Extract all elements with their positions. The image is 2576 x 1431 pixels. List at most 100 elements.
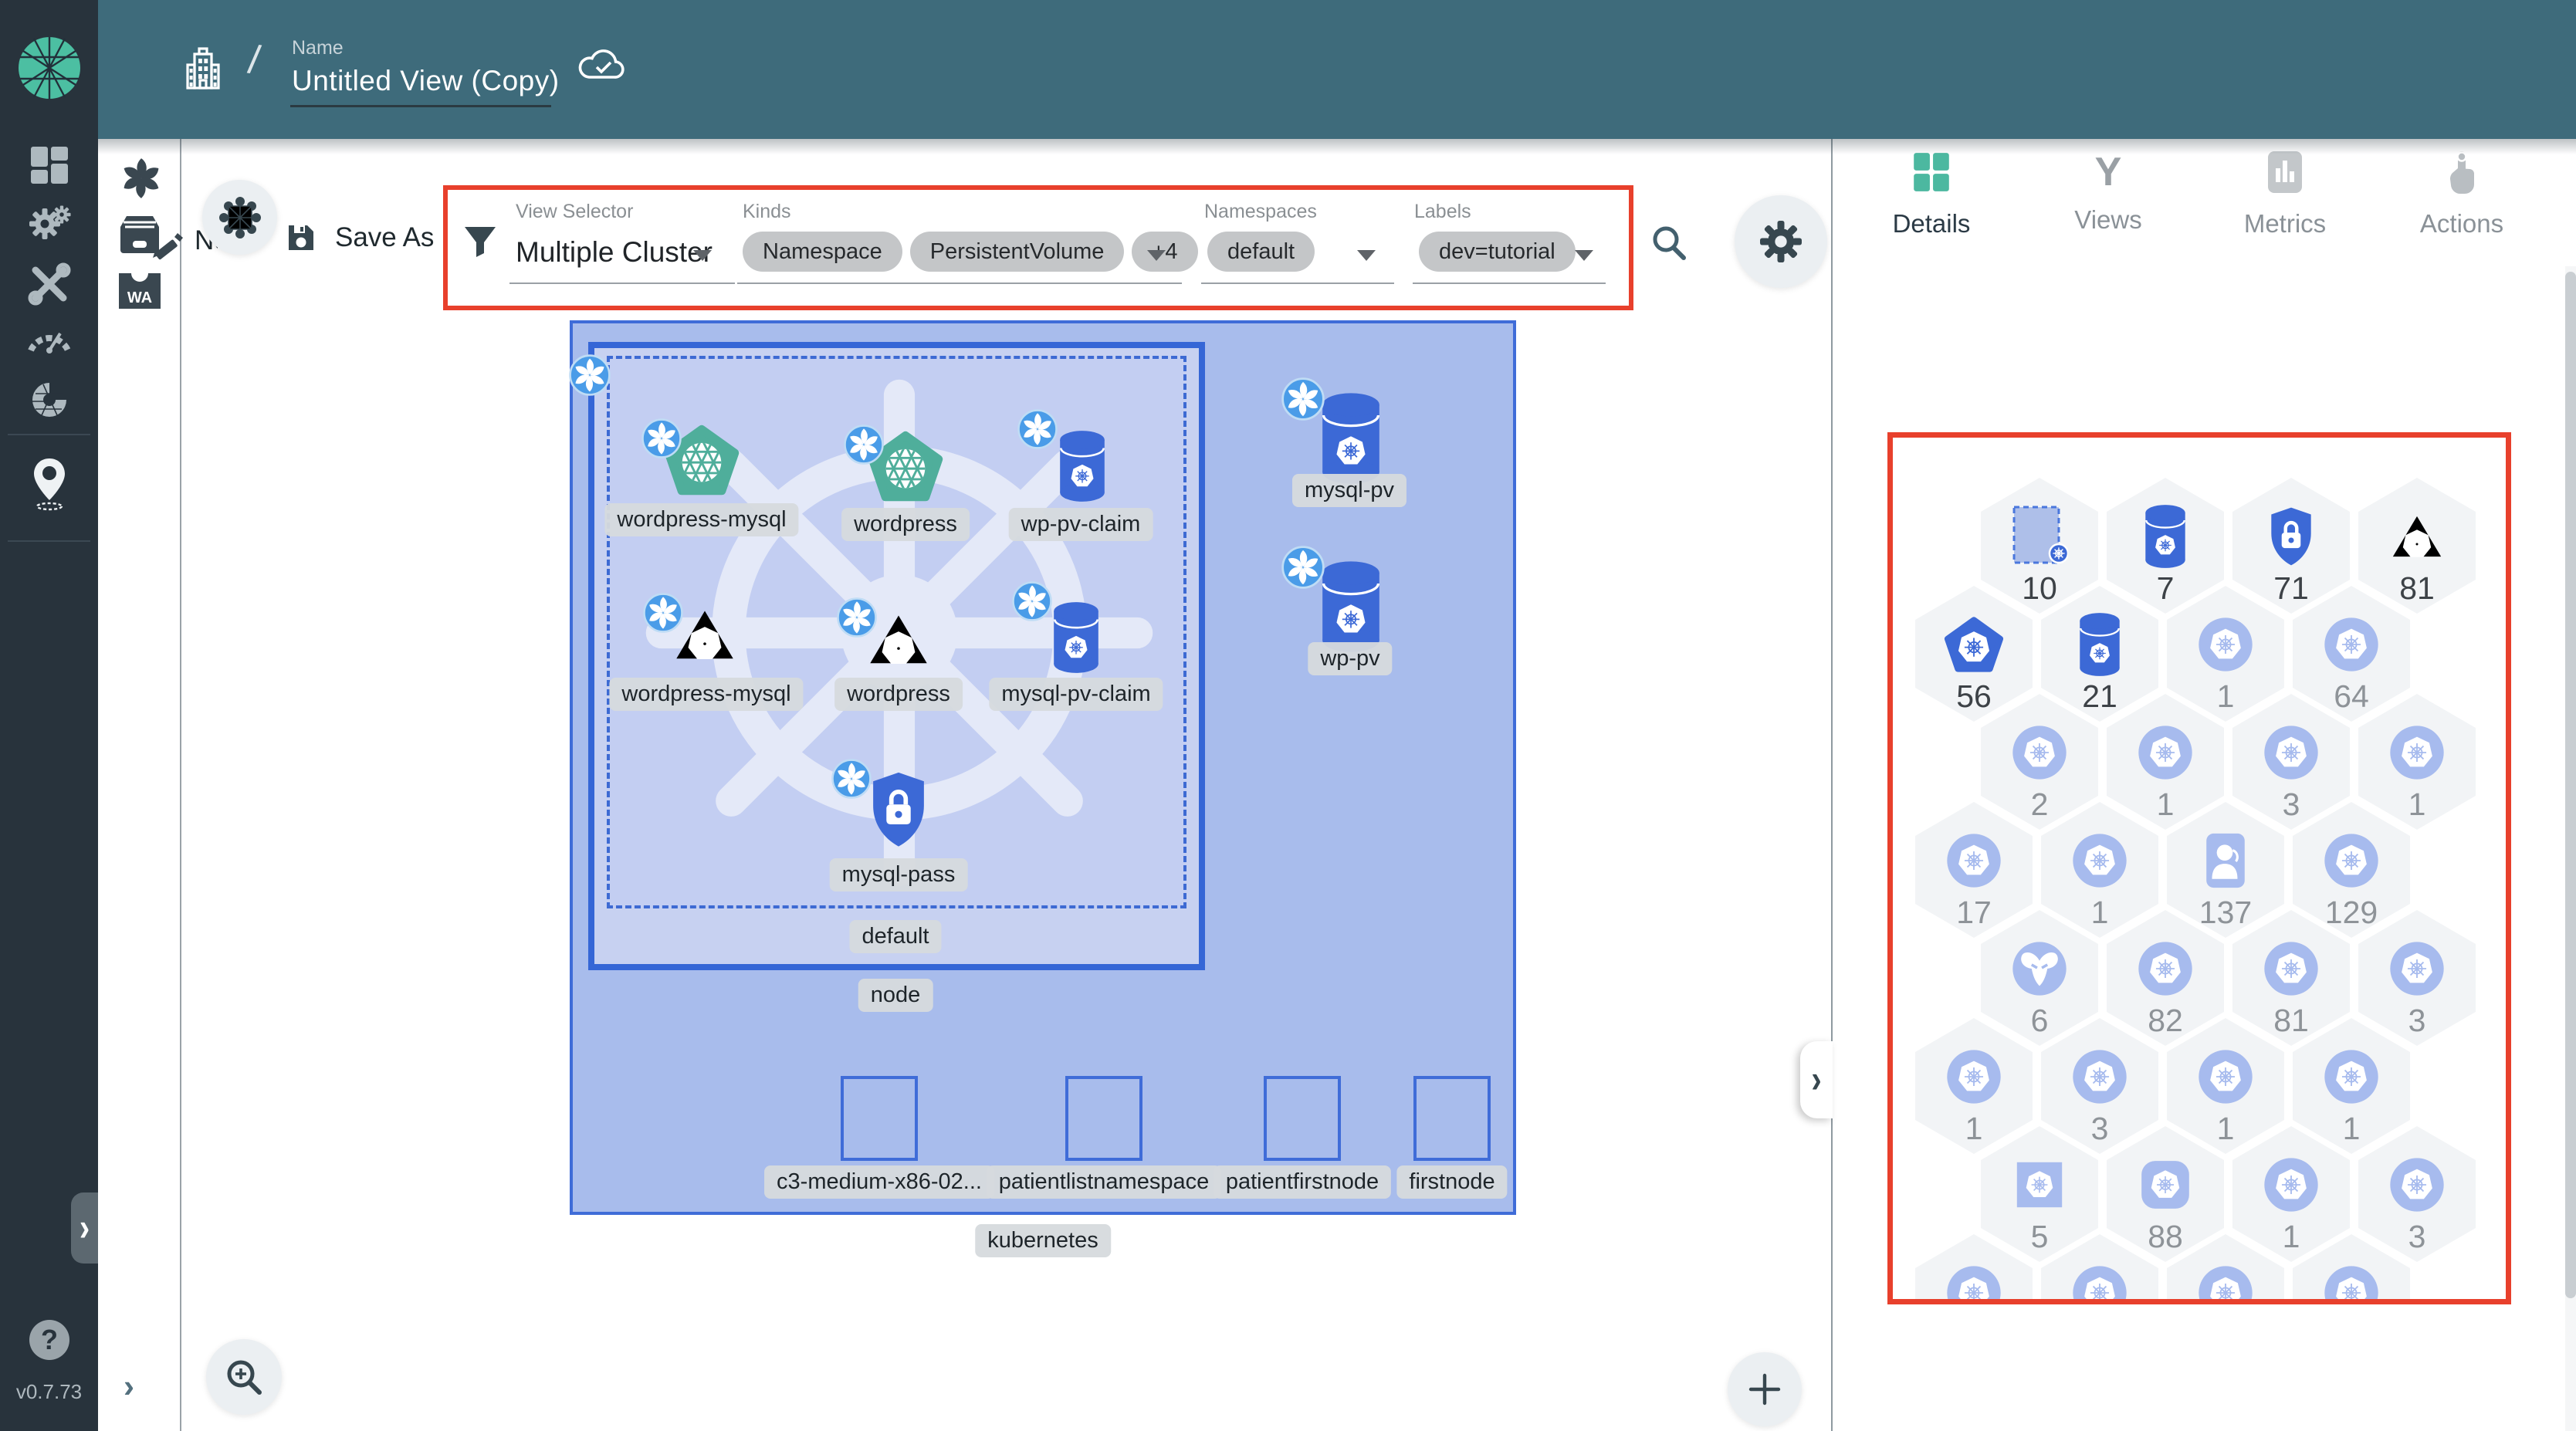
resource-hexagon[interactable]: 71 <box>2232 478 2350 614</box>
add-node-button[interactable] <box>1728 1352 1802 1426</box>
kubernetes-icon <box>2263 1157 2318 1212</box>
meshery-badge-icon <box>1017 409 1058 453</box>
sidebar-item-lifecycle-gears[interactable] <box>26 202 73 252</box>
selection-area-icon <box>2011 504 2068 569</box>
resource-hexagon[interactable]: 2 <box>1981 694 2098 830</box>
chevron-down-icon[interactable] <box>1147 250 1166 261</box>
resource-hexagon[interactable]: 64 <box>2293 586 2410 722</box>
labels-chip[interactable]: dev=tutorial <box>1419 232 1576 272</box>
chevron-down-icon[interactable] <box>1357 250 1376 261</box>
custom-resource-triangle-icon <box>2386 509 2448 563</box>
resource-hexagon[interactable]: 1 <box>2167 1018 2284 1154</box>
chevron-down-icon[interactable] <box>693 250 712 261</box>
sidebar-item-extensions[interactable] <box>26 377 73 427</box>
meshery-logo[interactable] <box>17 36 82 104</box>
resource-hexagon[interactable]: 1 <box>2232 1126 2350 1262</box>
resource-hexagon[interactable]: 3 <box>2358 910 2476 1046</box>
panel-collapse-button[interactable]: › <box>1800 1041 1833 1118</box>
sidebar-divider <box>8 540 90 542</box>
resource-hexagon[interactable]: 1 <box>2107 694 2224 830</box>
namespace-label: default <box>849 920 942 953</box>
kubernetes-icon <box>2198 617 2253 672</box>
empty-node[interactable] <box>841 1076 918 1161</box>
edit-pencil-icon[interactable] <box>148 224 187 266</box>
meshery-badge-icon <box>643 593 683 637</box>
kinds-label: Kinds <box>743 201 791 222</box>
resource-hexagon[interactable]: 1 <box>2167 586 2284 722</box>
resource-hexagon[interactable]: 82 <box>2107 910 2224 1046</box>
resource-hexagon[interactable]: 7 <box>2107 478 2224 614</box>
tab-details[interactable]: Details <box>1847 150 2016 238</box>
resource-hexagon[interactable]: 3 <box>2041 1018 2158 1154</box>
resource-hexagon[interactable]: 56 <box>1915 586 2033 722</box>
resource-hexagon[interactable]: 1 <box>2358 694 2476 830</box>
empty-node[interactable] <box>1065 1076 1142 1161</box>
node-dock-button[interactable] <box>202 180 277 255</box>
workload-label: wordpress <box>834 678 963 711</box>
dock-expand-chevron[interactable]: › <box>124 1368 134 1405</box>
resource-hexagon[interactable]: 1 <box>2041 802 2158 938</box>
kubernetes-icon <box>2324 833 2378 888</box>
resource-hexagon[interactable]: 3 <box>2358 1126 2476 1262</box>
resource-hexagon[interactable]: 81 <box>2232 910 2350 1046</box>
empty-node[interactable] <box>1413 1076 1491 1161</box>
cloud-saved-icon[interactable] <box>577 45 628 89</box>
tab-actions[interactable]: Actions <box>2377 150 2547 238</box>
chevron-down-icon[interactable] <box>1575 250 1593 261</box>
search-icon[interactable] <box>1649 222 1689 266</box>
tab-views[interactable]: Y Views <box>2023 150 2193 235</box>
empty-node-label: patientfirstnode <box>1213 1165 1392 1199</box>
resource-hexagon[interactable]: 21 <box>2041 586 2158 722</box>
kind-chip[interactable]: Namespace <box>743 232 902 272</box>
save-as-button[interactable]: Save As <box>286 222 434 253</box>
resource-hexagon[interactable]: 17 <box>1915 802 2033 938</box>
resource-hexagon[interactable]: 129 <box>2293 802 2410 938</box>
canvas-settings-button[interactable] <box>1735 195 1827 288</box>
tab-metrics[interactable]: Metrics <box>2200 150 2370 238</box>
resource-hexagon[interactable]: 1 <box>1915 1018 2033 1154</box>
meshery-designs-icon[interactable] <box>117 154 165 206</box>
zoom-in-button[interactable] <box>206 1339 282 1415</box>
resource-hexagon[interactable]: 137 <box>2167 802 2284 938</box>
sidebar-item-dashboard[interactable] <box>28 144 71 191</box>
kinds-underline <box>737 282 1182 284</box>
view-name-input[interactable]: Untitled View (Copy) <box>292 65 560 97</box>
filter-funnel-icon[interactable] <box>462 222 499 263</box>
kubernetes-icon <box>2072 833 2127 888</box>
svg-text:WA: WA <box>127 289 152 306</box>
resource-hexagon[interactable]: 5 <box>1981 1126 2098 1262</box>
resource-hexagon[interactable]: 10 <box>1981 478 2098 614</box>
namespaces-underline <box>1201 282 1394 284</box>
sidebar-item-toolbox[interactable] <box>28 262 71 310</box>
resource-hexagon[interactable]: 3 <box>2232 694 2350 830</box>
dashboard-honeycomb: 10 7 71 81 56 21 1 64 2 1 3 1 17 1 137 1… <box>1892 437 2507 1300</box>
sidebar-item-performance[interactable] <box>26 320 73 359</box>
empty-node-label: c3-medium-x86-02... <box>764 1165 994 1199</box>
kubernetes-icon <box>2389 1157 2444 1212</box>
sidebar-item-kanvas-pin[interactable] <box>29 457 69 516</box>
kind-chip[interactable]: PersistentVolume <box>909 232 1125 272</box>
volume-cylinder-icon[interactable] <box>1058 430 1107 506</box>
workload-label: wordpress <box>841 508 970 541</box>
view-name-label: Name <box>292 37 344 59</box>
view-selector-select[interactable]: Multiple Cluster <box>516 236 713 269</box>
resource-hexagon[interactable]: 81 <box>2358 478 2476 614</box>
tab-actions-label: Actions <box>2419 209 2504 238</box>
meshery-badge-icon <box>1281 546 1325 593</box>
secret-shield-icon[interactable] <box>865 770 932 852</box>
tab-views-label: Views <box>2074 205 2142 234</box>
panel-scrollbar-thumb[interactable] <box>2565 272 2576 1298</box>
wasm-filters-icon[interactable]: WA <box>117 269 162 317</box>
kinds-chip-row: Namespace PersistentVolume +4 <box>743 232 1206 272</box>
volume-cylinder-icon[interactable] <box>1051 601 1101 678</box>
help-button[interactable]: ? <box>29 1320 69 1360</box>
resource-hexagon[interactable]: 1 <box>2293 1018 2410 1154</box>
sidebar-expand-button[interactable]: › <box>71 1192 98 1264</box>
kubernetes-icon <box>2012 725 2067 780</box>
organization-icon[interactable] <box>182 46 224 95</box>
empty-node[interactable] <box>1264 1076 1341 1161</box>
resource-hexagon[interactable]: 88 <box>2107 1126 2224 1262</box>
resource-hexagon[interactable]: 6 <box>1981 910 2098 1046</box>
namespace-chip[interactable]: default <box>1207 232 1315 272</box>
panel-divider[interactable] <box>1831 139 1833 1431</box>
